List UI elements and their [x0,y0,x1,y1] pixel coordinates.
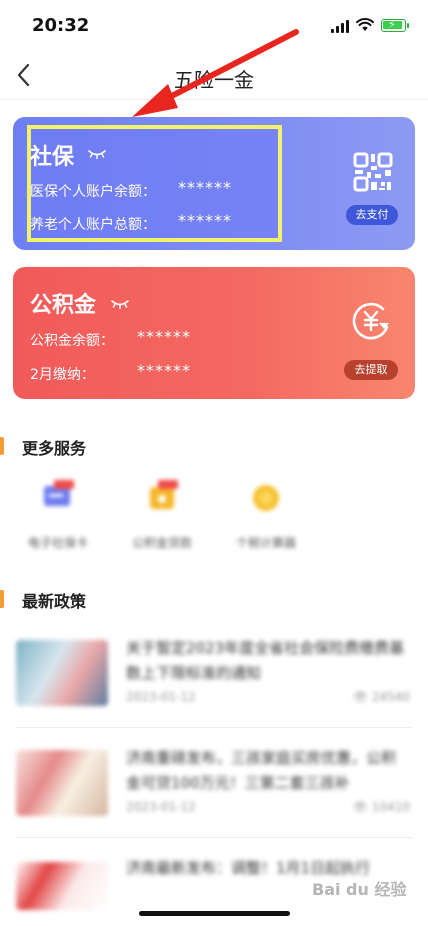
more-services-title: 更多服务 [22,439,87,458]
service-item[interactable]: 电子社保卡 [18,478,98,558]
card-icon [44,480,74,506]
page-title: 五险一金 [174,68,254,92]
medical-balance-label: 医保个人账户余额： [30,184,156,200]
section-accent-bar [0,590,4,608]
battery-icon: ⚡ [381,18,409,32]
latest-policy-title: 最新政策 [22,592,87,611]
news-date: 2023-01-12 [126,690,196,704]
social-security-card[interactable]: 社保 医保个人账户余额： ****** 养老个人账户总额： ****** 去支付 [13,117,415,250]
news-view-count: 24540 [371,690,410,704]
monthly-payment-label: 2月缴纳： [30,367,95,383]
section-accent-bar [0,437,4,455]
service-label: 公积金贷款 [131,536,192,550]
qr-code-icon[interactable] [353,152,393,192]
news-view-count: 10410 [371,800,410,814]
wifi-icon [356,18,374,31]
news-title: 关于暂定2023年度全省社会保险费缴费基数上下限标准的通知 [126,639,405,682]
news-date: 2023-01-12 [126,800,196,814]
coin-icon [253,485,279,511]
service-item[interactable]: 公积金贷款 [122,478,202,558]
medical-balance-value: ****** [178,178,232,197]
news-thumbnail [16,862,108,910]
news-views: 👁 24540 [352,690,410,704]
pay-button[interactable]: 去支付 [346,205,398,225]
monthly-payment-value: ****** [137,361,191,380]
watermark-logo: Bai du 经验 [312,880,407,899]
housing-fund-title: 公积金 [30,293,97,318]
divider [16,837,412,838]
fund-balance-value: ****** [137,327,191,346]
divider [16,727,412,728]
news-views: 👁 10410 [352,800,410,814]
eye-closed-icon[interactable] [88,149,106,159]
status-bar: 20:32 ⚡ [0,0,428,52]
signal-icon [331,19,349,33]
housing-fund-card[interactable]: 公积金 公积金余额： ****** 2月缴纳： ****** 去提取 [13,267,415,399]
news-item[interactable]: 济南重磅发布，三孩家庭买房优惠，公积金可贷100万元！三第二套三孩补 2023-… [16,738,412,848]
monthly-payment-row: 2月缴纳： ****** [30,361,190,384]
withdraw-button[interactable]: 去提取 [344,360,398,380]
service-label: 个税计算器 [235,536,296,550]
yuan-withdraw-icon[interactable] [349,299,393,343]
news-thumbnail [16,750,108,816]
news-item[interactable]: 关于暂定2023年度全省社会保险费缴费基数上下限标准的通知 2023-01-12… [16,628,412,738]
social-security-title: 社保 [30,145,75,170]
nav-bar: 五险一金 [0,52,428,100]
pension-total-label: 养老个人账户总额： [30,217,156,233]
news-title: 济南重磅发布，三孩家庭买房优惠，公积金可贷100万元！三第二套三孩补 [126,749,397,792]
service-label: 电子社保卡 [27,536,88,550]
wallet-icon [150,480,178,509]
home-indicator[interactable] [139,911,290,916]
status-time: 20:32 [32,15,90,36]
news-thumbnail [16,640,108,706]
fund-balance-label: 公积金余额： [30,333,114,349]
medical-balance-row: 医保个人账户余额： ****** [30,178,231,201]
service-item[interactable]: 个税计算器 [226,478,306,558]
pension-total-value: ****** [178,211,232,230]
pension-total-row: 养老个人账户总额： ****** [30,211,231,234]
fund-balance-row: 公积金余额： ****** [30,327,190,350]
eye-closed-icon[interactable] [111,299,129,309]
